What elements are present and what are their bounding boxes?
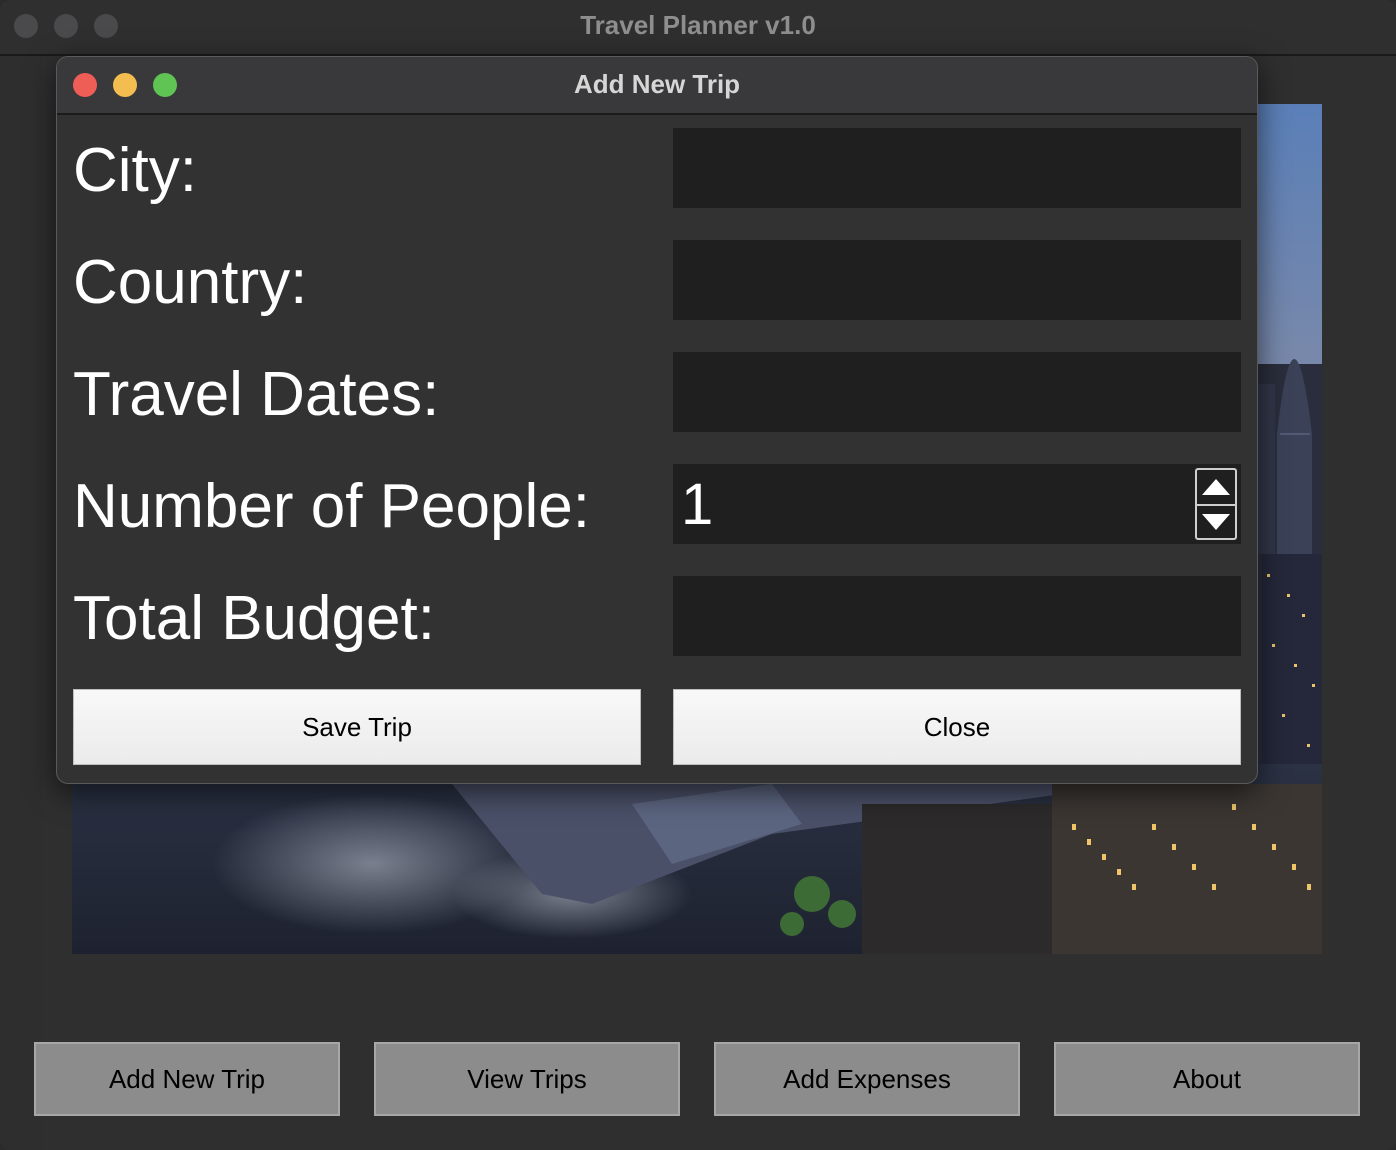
main-window-title: Travel Planner v1.0	[580, 10, 816, 40]
triangle-down-icon	[1202, 514, 1230, 530]
add-expenses-button[interactable]: Add Expenses	[714, 1042, 1020, 1116]
main-window: Travel Planner v1.0 Add New Trip View Tr…	[0, 0, 1396, 1150]
number-of-people-label: Number of People:	[73, 472, 590, 541]
number-of-people-spinbox[interactable]: 1	[673, 464, 1241, 544]
number-of-people-value: 1	[681, 471, 714, 537]
add-new-trip-button[interactable]: Add New Trip	[34, 1042, 340, 1116]
travel-dates-input[interactable]	[673, 352, 1241, 432]
main-titlebar: Travel Planner v1.0	[0, 0, 1396, 56]
total-budget-input[interactable]	[673, 576, 1241, 656]
spin-down-button[interactable]	[1197, 505, 1235, 539]
dialog-title: Add New Trip	[573, 69, 741, 99]
city-label: City:	[73, 136, 197, 205]
country-input[interactable]	[673, 240, 1241, 320]
view-trips-button[interactable]: View Trips	[374, 1042, 680, 1116]
dialog-titlebar: Add New Trip	[57, 57, 1257, 115]
travel-dates-label: Travel Dates:	[73, 360, 440, 429]
spinbox-buttons	[1195, 468, 1237, 540]
spin-up-button[interactable]	[1197, 470, 1235, 506]
total-budget-label: Total Budget:	[73, 584, 435, 653]
country-label: Country:	[73, 248, 308, 317]
city-input[interactable]	[673, 128, 1241, 208]
about-button[interactable]: About	[1054, 1042, 1360, 1116]
save-trip-button[interactable]: Save Trip	[73, 689, 641, 765]
close-button[interactable]: Close	[673, 689, 1241, 765]
triangle-up-icon	[1202, 479, 1230, 495]
add-trip-dialog: Add New Trip City: Country: Travel Dates…	[56, 56, 1258, 784]
